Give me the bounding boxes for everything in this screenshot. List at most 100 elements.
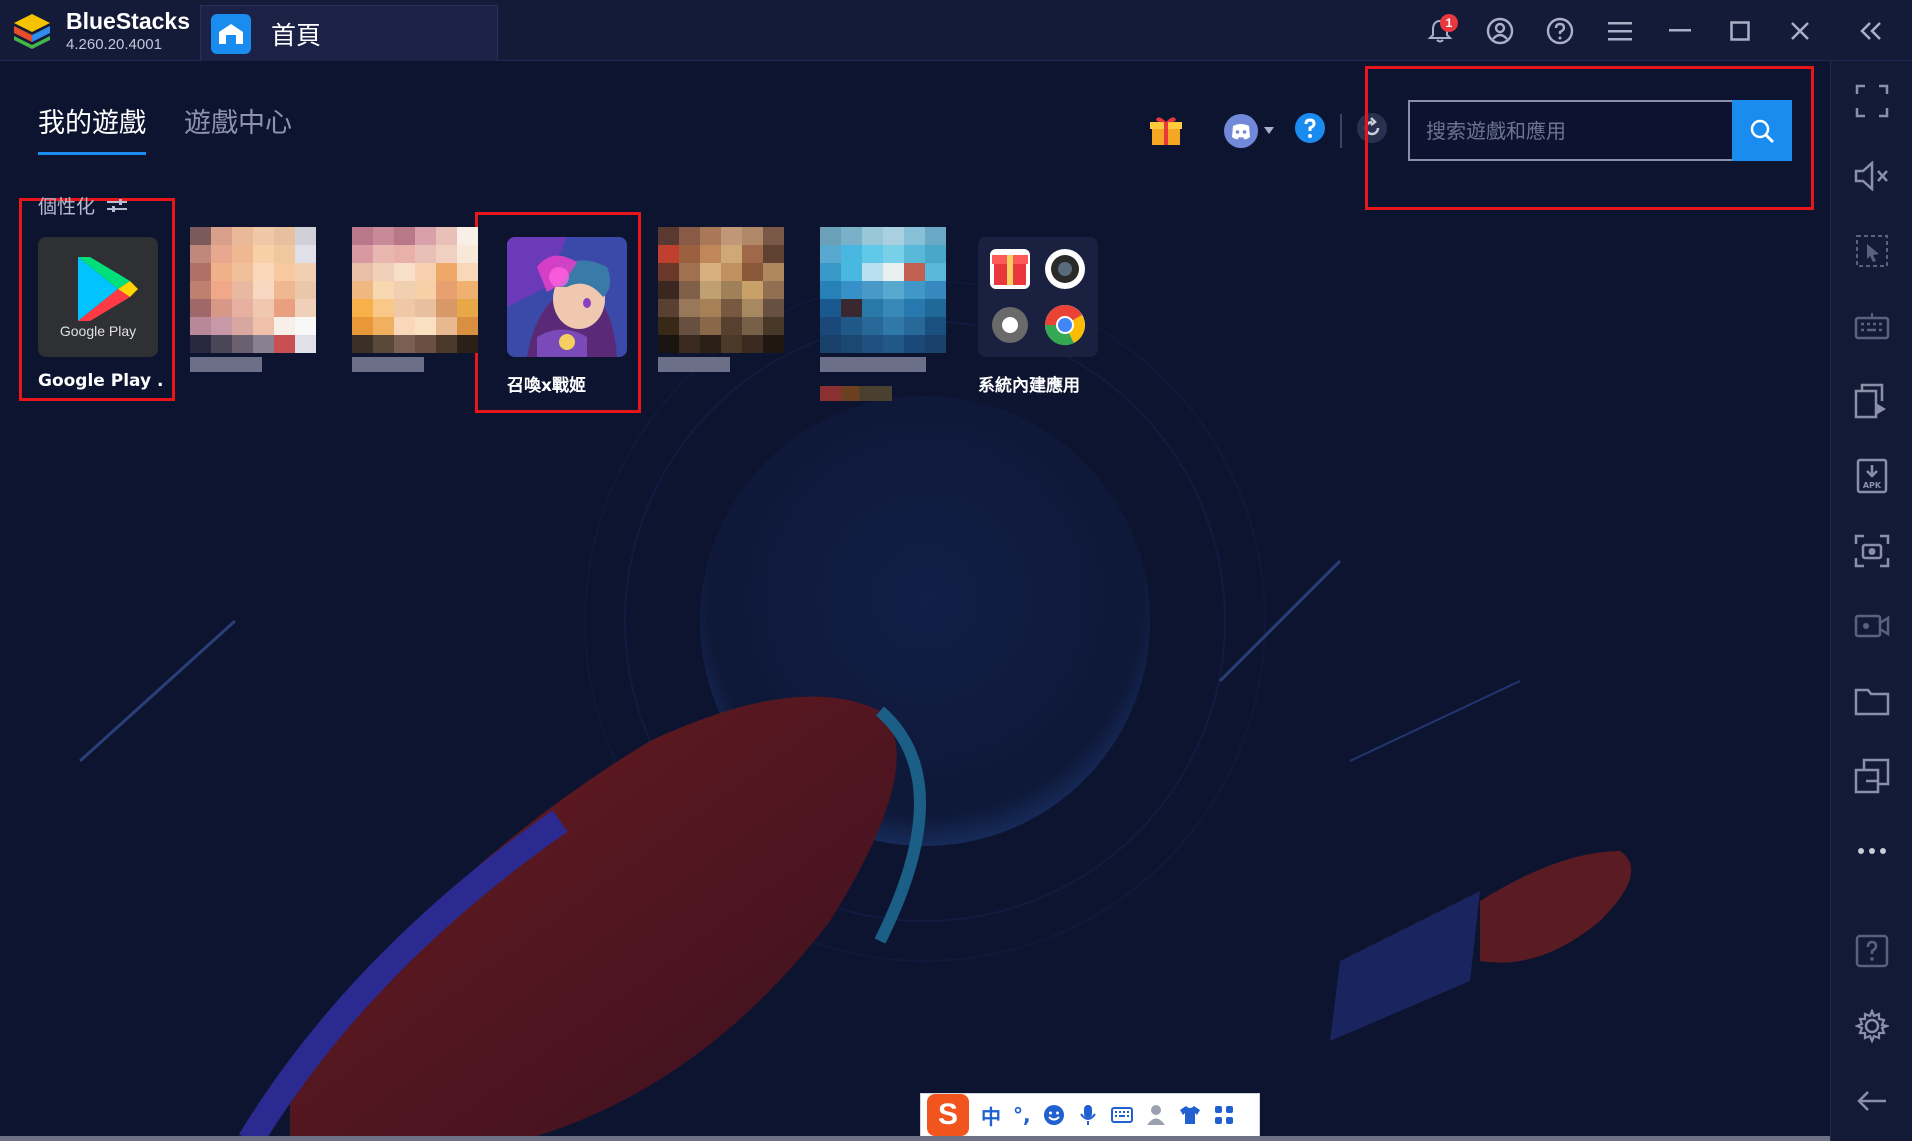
app-name-google-play: Google Play ...: [38, 371, 163, 391]
microphone-icon[interactable]: [1077, 1104, 1099, 1126]
home-icon: [211, 13, 251, 54]
keyboard-icon: [1854, 313, 1890, 340]
gift-button[interactable]: [1148, 113, 1184, 149]
tab-home[interactable]: 首頁: [200, 5, 498, 61]
gift-icon: [1150, 116, 1182, 145]
user-icon[interactable]: [1145, 1104, 1167, 1126]
app-name-summon-x-girl: 召喚x戰姬: [507, 376, 586, 396]
more-dots-icon: [1858, 848, 1886, 854]
close-button[interactable]: [1770, 0, 1830, 61]
soft-keyboard-icon[interactable]: [1110, 1104, 1133, 1126]
personalize-text: 個性化: [38, 196, 96, 218]
bluestacks-logo-icon: [12, 12, 52, 50]
camera-capture-icon: [1854, 534, 1890, 568]
dropdown-arrow-icon: [1264, 126, 1274, 134]
sogou-logo-icon[interactable]: S: [927, 1094, 969, 1136]
back-button[interactable]: [1831, 1071, 1912, 1131]
maximize-button[interactable]: [1710, 0, 1770, 61]
svg-text:APK: APK: [1863, 481, 1882, 490]
keyboard-controls-button[interactable]: [1831, 296, 1912, 356]
maximize-icon: [1730, 20, 1750, 41]
app-tile-pixelated-3[interactable]: [658, 227, 784, 372]
speaker-mute-icon: [1854, 161, 1888, 191]
app-name-blurred: [190, 357, 262, 372]
notifications-button[interactable]: 1: [1410, 0, 1470, 61]
app-tile-summon-x-girl[interactable]: 召喚x戰姬: [507, 237, 632, 396]
fullscreen-icon: [1855, 84, 1889, 118]
app-tile-pixelated-2[interactable]: [352, 227, 478, 372]
app-name: BlueStacks: [66, 8, 191, 34]
more-options-button[interactable]: [1831, 821, 1912, 881]
app-tile-system-apps[interactable]: 系統內建應用: [978, 237, 1103, 396]
google-play-icon: Google Play: [38, 237, 158, 357]
select-cursor-button[interactable]: [1831, 221, 1912, 281]
multi-instance-sync-button[interactable]: [1831, 371, 1912, 431]
question-circle-icon: [1295, 113, 1325, 143]
account-icon: [1486, 17, 1514, 44]
tab-my-games[interactable]: 我的遊戲: [38, 101, 146, 155]
menu-button[interactable]: [1590, 0, 1650, 61]
multi-window-icon: [1854, 758, 1890, 794]
close-icon: [1791, 21, 1809, 40]
discord-button[interactable]: [1224, 113, 1274, 148]
install-apk-button[interactable]: APK: [1831, 446, 1912, 506]
hamburger-icon: [1608, 21, 1632, 40]
emoji-icon[interactable]: [1043, 1104, 1065, 1126]
ime-punctuation-toggle[interactable]: °,: [1013, 1103, 1031, 1127]
skin-shirt-icon[interactable]: [1179, 1104, 1201, 1126]
cursor-select-icon: [1856, 235, 1888, 267]
google-play-icon-text: Google Play: [59, 323, 137, 339]
app-name-blurred-line2: [820, 386, 892, 401]
media-folder-button[interactable]: [1831, 671, 1912, 731]
screenshot-button[interactable]: [1831, 521, 1912, 581]
highlight-search: [1365, 66, 1814, 210]
faq-button[interactable]: [1294, 112, 1326, 149]
main-tabs: 我的遊戲 遊戲中心: [38, 101, 292, 155]
personalize-label[interactable]: 個性化: [38, 192, 128, 219]
sliders-icon: [107, 198, 128, 212]
record-video-button[interactable]: [1831, 596, 1912, 656]
multi-instance-button[interactable]: [1831, 746, 1912, 806]
help-button[interactable]: [1530, 0, 1590, 61]
pixelated-app-icon: [820, 227, 946, 353]
app-tile-pixelated-4[interactable]: [820, 227, 946, 401]
tab-game-center[interactable]: 遊戲中心: [184, 101, 292, 155]
toolbar: [1148, 112, 1388, 149]
app-tile-pixelated-1[interactable]: [190, 227, 316, 372]
instance-sync-icon: [1854, 383, 1886, 419]
arrow-left-icon: [1857, 1091, 1886, 1111]
app-tile-google-play[interactable]: Google Play Google Play ...: [38, 237, 163, 391]
toolbar-divider: [1340, 113, 1342, 148]
video-camera-icon: [1854, 614, 1890, 638]
pixelated-app-icon: [190, 227, 316, 353]
minimize-button[interactable]: [1650, 0, 1710, 61]
sidebar-help-button[interactable]: [1831, 921, 1912, 981]
app-name-system-apps: 系統內建應用: [978, 376, 1080, 396]
pixelated-app-icon: [352, 227, 478, 353]
toolbox-grid-icon[interactable]: [1213, 1104, 1235, 1126]
taskbar-edge: [0, 1136, 1830, 1141]
right-sidebar: APK: [1830, 61, 1912, 1141]
help-square-icon: [1855, 934, 1889, 968]
ime-toolbar: S 中 °,: [920, 1093, 1260, 1137]
mute-button[interactable]: [1831, 146, 1912, 206]
minimize-icon: [1669, 28, 1691, 31]
main-content: 我的遊戲 遊戲中心 個性化: [0, 61, 1830, 1141]
discord-icon: [1224, 113, 1258, 148]
ime-mode-toggle[interactable]: 中: [981, 1101, 1001, 1130]
collapse-sidebar-button[interactable]: [1830, 0, 1912, 61]
notification-badge: 1: [1440, 14, 1458, 32]
pixelated-app-icon: [658, 227, 784, 353]
app-name-blurred: [658, 357, 730, 372]
settings-button[interactable]: [1831, 996, 1912, 1056]
brand: BlueStacks 4.260.20.4001: [12, 10, 190, 52]
game-character-icon: [507, 237, 627, 357]
double-chevron-left-icon: [1860, 21, 1881, 40]
fullscreen-button[interactable]: [1831, 71, 1912, 131]
app-name-blurred: [352, 357, 424, 372]
account-button[interactable]: [1470, 0, 1530, 61]
app-name-blurred: [820, 357, 926, 372]
folder-icon: [1854, 688, 1890, 716]
gear-icon: [1855, 1009, 1889, 1043]
system-apps-folder-icon: [978, 237, 1098, 357]
